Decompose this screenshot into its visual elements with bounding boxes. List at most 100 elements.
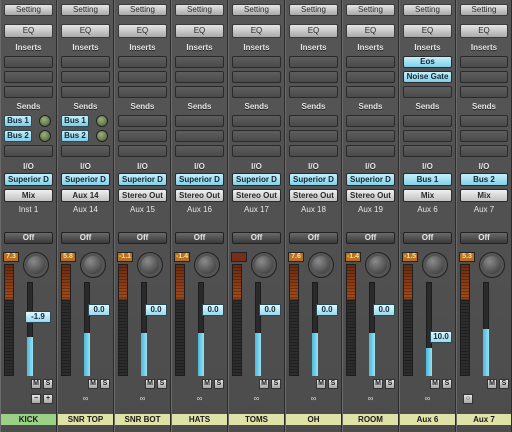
input-selector[interactable]: Superior D bbox=[118, 173, 167, 186]
gain-value[interactable]: 0.0 bbox=[373, 304, 395, 316]
solo-button[interactable]: S bbox=[100, 379, 110, 389]
send-slot-empty[interactable] bbox=[118, 145, 167, 157]
link-icon[interactable]: ∞ bbox=[58, 394, 113, 404]
eq-button[interactable]: EQ bbox=[175, 24, 224, 38]
automation-mode-button[interactable]: Off bbox=[232, 232, 281, 244]
send-row[interactable]: Bus 2 bbox=[4, 130, 53, 142]
gain-value[interactable]: -1.9 bbox=[25, 311, 51, 323]
peak-indicator[interactable] bbox=[231, 252, 247, 262]
setting-button[interactable]: Setting bbox=[403, 4, 452, 16]
mute-button[interactable]: M bbox=[31, 379, 41, 389]
insert-slot-noise-gate[interactable]: Noise Gate bbox=[403, 71, 452, 83]
insert-slot-empty[interactable] bbox=[346, 71, 395, 83]
send-slot[interactable]: Bus 2 bbox=[61, 130, 89, 142]
send-slot[interactable]: Bus 2 bbox=[4, 130, 32, 142]
group-label[interactable]: Aux 6 bbox=[400, 414, 455, 425]
mute-button[interactable]: M bbox=[202, 379, 212, 389]
link-icon[interactable]: ∞ bbox=[343, 394, 398, 404]
send-row[interactable] bbox=[460, 115, 508, 127]
input-selector[interactable]: Superior D bbox=[175, 173, 224, 186]
automation-mode-button[interactable]: Off bbox=[403, 232, 452, 244]
output-selector[interactable]: Stereo Out bbox=[346, 189, 395, 202]
mute-button[interactable]: M bbox=[316, 379, 326, 389]
eq-button[interactable]: EQ bbox=[460, 24, 508, 38]
pan-knob[interactable] bbox=[80, 252, 106, 278]
output-selector[interactable]: Mix bbox=[4, 189, 53, 202]
pan-knob[interactable] bbox=[194, 252, 220, 278]
insert-slot-empty[interactable] bbox=[232, 86, 281, 98]
link-icon[interactable]: ∞ bbox=[172, 394, 227, 404]
insert-slot-empty[interactable] bbox=[232, 71, 281, 83]
send-row[interactable] bbox=[403, 130, 452, 142]
send-level-knob[interactable] bbox=[39, 130, 51, 142]
setting-button[interactable]: Setting bbox=[175, 4, 224, 16]
output-selector[interactable]: Mix bbox=[460, 189, 508, 202]
pan-knob[interactable] bbox=[137, 252, 163, 278]
send-slot[interactable]: Bus 1 bbox=[61, 115, 89, 127]
automation-mode-button[interactable]: Off bbox=[460, 232, 508, 244]
setting-button[interactable]: Setting bbox=[118, 4, 167, 16]
automation-mode-button[interactable]: Off bbox=[61, 232, 110, 244]
send-slot-empty[interactable] bbox=[346, 145, 395, 157]
input-selector[interactable]: Superior D bbox=[289, 173, 338, 186]
insert-slot-empty[interactable] bbox=[175, 86, 224, 98]
send-slot-empty[interactable] bbox=[232, 145, 281, 157]
automation-mode-button[interactable]: Off bbox=[4, 232, 53, 244]
insert-slot-empty[interactable] bbox=[4, 56, 53, 68]
peak-indicator[interactable]: 7.6 bbox=[288, 252, 304, 262]
mute-button[interactable]: M bbox=[88, 379, 98, 389]
solo-button[interactable]: S bbox=[271, 379, 281, 389]
insert-slot-empty[interactable] bbox=[61, 56, 110, 68]
insert-slot-empty[interactable] bbox=[289, 86, 338, 98]
mute-button[interactable]: M bbox=[145, 379, 155, 389]
peak-indicator[interactable]: -1.4 bbox=[345, 252, 361, 262]
insert-slot-empty[interactable] bbox=[289, 56, 338, 68]
send-row[interactable] bbox=[175, 130, 224, 142]
automation-mode-button[interactable]: Off bbox=[118, 232, 167, 244]
pan-knob[interactable] bbox=[365, 252, 391, 278]
send-row[interactable] bbox=[460, 130, 508, 142]
output-selector[interactable]: Stereo Out bbox=[232, 189, 281, 202]
insert-slot-empty[interactable] bbox=[460, 56, 508, 68]
group-label[interactable]: SNR BOT bbox=[115, 414, 170, 425]
setting-button[interactable]: Setting bbox=[460, 4, 508, 16]
eq-button[interactable]: EQ bbox=[346, 24, 395, 38]
input-selector[interactable]: Bus 2 bbox=[460, 173, 508, 186]
send-row[interactable]: Bus 1 bbox=[61, 115, 110, 127]
output-selector[interactable]: Stereo Out bbox=[118, 189, 167, 202]
setting-button[interactable]: Setting bbox=[61, 4, 110, 16]
input-selector[interactable]: Superior D bbox=[346, 173, 395, 186]
send-row[interactable] bbox=[289, 115, 338, 127]
group-label[interactable]: TOMS bbox=[229, 414, 284, 425]
send-row[interactable] bbox=[232, 115, 281, 127]
peak-indicator[interactable]: 5.3 bbox=[459, 252, 475, 262]
pan-knob[interactable] bbox=[422, 252, 448, 278]
mute-button[interactable]: M bbox=[259, 379, 269, 389]
insert-slot-empty[interactable] bbox=[118, 56, 167, 68]
send-level-knob[interactable] bbox=[96, 130, 108, 142]
pan-knob[interactable] bbox=[479, 252, 505, 278]
pan-knob[interactable] bbox=[308, 252, 334, 278]
insert-slot-empty[interactable] bbox=[61, 71, 110, 83]
solo-button[interactable]: S bbox=[442, 379, 452, 389]
input-selector[interactable]: Superior D bbox=[61, 173, 110, 186]
input-selector[interactable]: Superior D bbox=[4, 173, 53, 186]
setting-button[interactable]: Setting bbox=[232, 4, 281, 16]
send-level-knob[interactable] bbox=[39, 115, 51, 127]
insert-slot-empty[interactable] bbox=[175, 71, 224, 83]
setting-button[interactable]: Setting bbox=[346, 4, 395, 16]
eq-button[interactable]: EQ bbox=[61, 24, 110, 38]
send-row[interactable] bbox=[289, 130, 338, 142]
insert-slot-empty[interactable] bbox=[403, 86, 452, 98]
output-selector[interactable]: Stereo Out bbox=[289, 189, 338, 202]
insert-slot-empty[interactable] bbox=[175, 56, 224, 68]
mute-button[interactable]: M bbox=[487, 379, 497, 389]
link-icon[interactable]: ∞ bbox=[286, 394, 341, 404]
insert-slot-empty[interactable] bbox=[289, 71, 338, 83]
eq-button[interactable]: EQ bbox=[289, 24, 338, 38]
gain-value[interactable]: 0.0 bbox=[88, 304, 110, 316]
eq-button[interactable]: EQ bbox=[232, 24, 281, 38]
insert-slot-eos[interactable]: Eos bbox=[403, 56, 452, 68]
send-row[interactable] bbox=[118, 115, 167, 127]
group-label[interactable]: HATS bbox=[172, 414, 227, 425]
